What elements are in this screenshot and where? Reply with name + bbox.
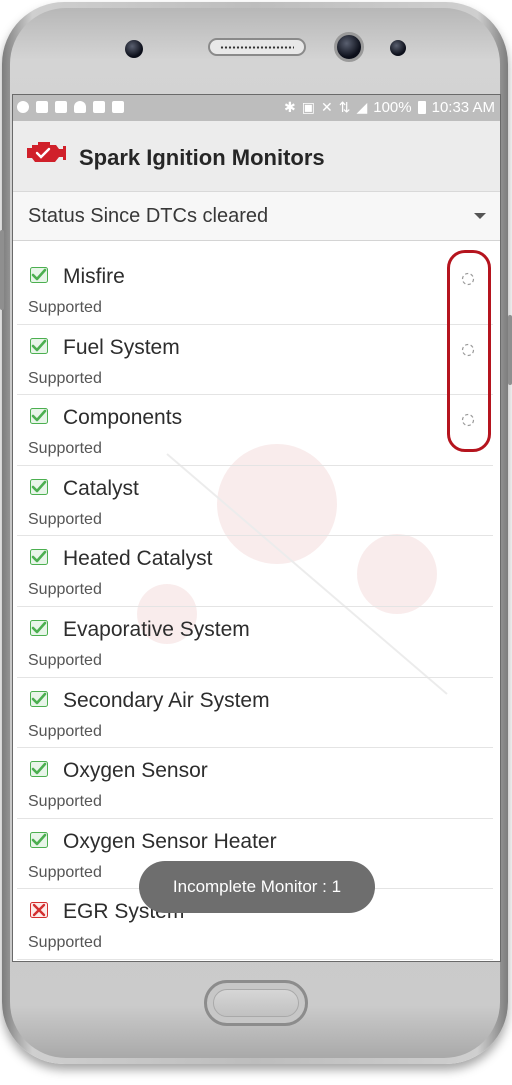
check-icon [30, 549, 48, 566]
bluetooth-icon: ✱ [284, 99, 296, 115]
check-icon [30, 408, 48, 425]
monitor-name: Oxygen Sensor Heater [63, 829, 277, 853]
monitor-name: Catalyst [63, 476, 139, 500]
battery-percent: 100% [373, 99, 412, 116]
clipboard-icon [93, 101, 105, 113]
check-icon [30, 831, 48, 848]
monitor-list: Misfire Supported Fuel System Supported Comp… [17, 254, 493, 960]
monitor-name: Fuel System [63, 335, 180, 359]
check-icon [30, 478, 48, 495]
notification-icons [17, 101, 124, 113]
data-icon: ⇅ [338, 99, 351, 115]
mail-icon [36, 101, 48, 113]
page-title: Spark Ignition Monitors [79, 145, 325, 170]
hotspot-icon [74, 101, 86, 113]
system-icons: ✱ ▣ ✕ ⇅ ◢ 100% 10:33 AM [284, 99, 495, 116]
check-icon [30, 267, 48, 283]
monitor-row[interactable]: Oxygen Sensor Supported [17, 748, 493, 819]
fail-x-icon [30, 902, 48, 919]
monitor-status: Supported [28, 651, 102, 669]
play-icon [17, 101, 29, 113]
screen: ✱ ▣ ✕ ⇅ ◢ 100% 10:33 AM Spark Ignition M… [12, 94, 501, 962]
monitor-row[interactable]: Secondary Air System Supported [17, 678, 493, 749]
monitor-name: Heated Catalyst [63, 547, 213, 571]
clipboard-icon [112, 101, 124, 113]
monitor-row[interactable]: Misfire Supported [17, 254, 493, 325]
earpiece-speaker [208, 38, 306, 56]
monitor-name: Secondary Air System [63, 688, 270, 712]
power-button [508, 315, 512, 385]
monitor-name: Oxygen Sensor [63, 759, 208, 783]
monitor-status: Supported [28, 863, 102, 881]
signal-icon: ◢ [356, 99, 368, 115]
clock: 10:33 AM [431, 99, 495, 116]
monitor-status: Supported [28, 510, 102, 528]
iris-sensor [390, 40, 406, 56]
home-button[interactable] [204, 980, 308, 1026]
dropdown-selected-value: Status Since DTCs cleared [28, 205, 269, 227]
proximity-sensor [125, 40, 143, 58]
monitor-row[interactable]: Heated Catalyst Supported [17, 536, 493, 607]
monitor-name: Misfire [63, 265, 125, 288]
status-bar: ✱ ▣ ✕ ⇅ ◢ 100% 10:33 AM [13, 95, 500, 121]
volume-button [0, 230, 4, 310]
front-camera [334, 32, 364, 62]
engine-check-icon [27, 142, 66, 162]
monitor-name: Components [63, 406, 183, 430]
check-icon [30, 690, 48, 707]
monitor-row[interactable]: Fuel System Supported [17, 325, 493, 396]
mute-icon: ✕ [320, 99, 333, 115]
check-icon [30, 761, 48, 778]
monitor-status: Supported [28, 722, 102, 740]
check-icon [30, 337, 48, 354]
monitor-status: Supported [28, 299, 102, 316]
monitor-row[interactable]: Catalyst Supported [17, 466, 493, 537]
monitor-status: Supported [28, 581, 102, 599]
chevron-down-icon [474, 213, 486, 219]
monitor-status: Supported [28, 369, 102, 387]
monitor-row[interactable]: Evaporative System Supported [17, 607, 493, 678]
toast-message: Incomplete Monitor : 1 [139, 861, 375, 913]
monitor-status: Supported [28, 440, 102, 458]
nfc-icon: ▣ [301, 99, 315, 115]
status-since-dropdown[interactable]: Status Since DTCs cleared [13, 192, 500, 241]
image-icon [55, 101, 67, 113]
pending-monitors-highlight [447, 250, 491, 452]
monitor-status: Supported [28, 793, 102, 811]
monitor-status: Supported [28, 934, 102, 952]
app-bar: Spark Ignition Monitors [13, 121, 500, 192]
check-icon [30, 619, 48, 636]
monitor-row[interactable]: Components Supported [17, 395, 493, 466]
battery-icon [417, 101, 426, 114]
monitor-name: Evaporative System [63, 617, 250, 641]
